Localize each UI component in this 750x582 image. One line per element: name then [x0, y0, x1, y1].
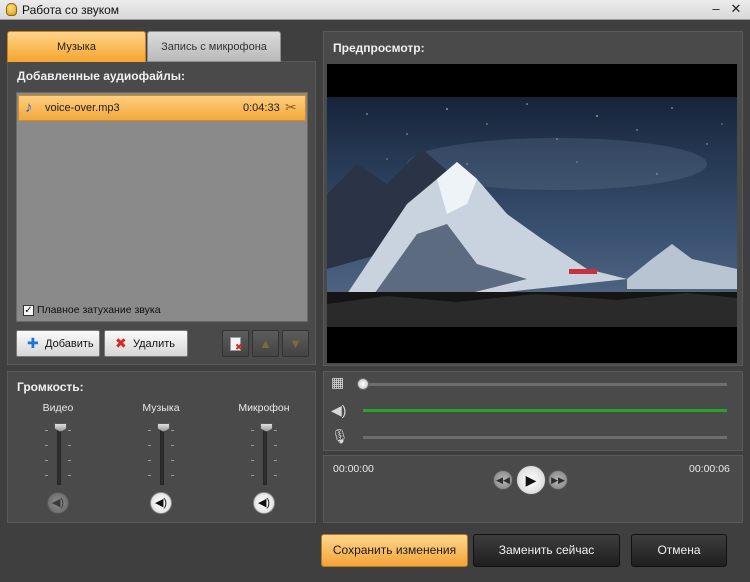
audio-files-heading: Добавленные аудиофайлы: [17, 69, 186, 83]
add-button[interactable]: ✚ Добавить [16, 330, 100, 357]
speaker-track-icon: ◀) [331, 402, 347, 418]
volume-slider-music[interactable] [160, 423, 164, 485]
remove-file-button[interactable]: ✖ [222, 330, 249, 357]
film-strip-icon: ▦ [331, 374, 345, 390]
current-time: 00:00:00 [333, 463, 374, 475]
arrow-up-icon: ▲ [259, 336, 272, 351]
cancel-button[interactable]: Отмена [631, 534, 727, 567]
file-name: voice-over.mp3 [45, 102, 120, 114]
volume-heading: Громкость: [17, 380, 84, 394]
volume-label-microphone: Микрофон [238, 402, 290, 414]
delete-button[interactable]: ✖ Удалить [104, 330, 188, 357]
document-remove-icon: ✖ [230, 337, 243, 352]
mute-microphone-button[interactable]: ◀) [253, 492, 275, 514]
save-changes-button[interactable]: Сохранить изменения [321, 534, 468, 567]
minimize-button[interactable]: – [708, 2, 724, 17]
music-note-icon: ♪ [25, 99, 33, 116]
file-duration: 0:04:33 [243, 102, 280, 114]
plus-icon: ✚ [27, 335, 39, 351]
speaker-icon: ◀) [257, 497, 271, 509]
cross-icon: ✖ [115, 335, 127, 351]
play-icon: ▶ [525, 472, 537, 488]
tab-music[interactable]: Музыка [7, 31, 146, 62]
video-preview[interactable] [327, 64, 737, 363]
microphone-icon: 🎙︎ [331, 428, 349, 444]
seek-thumb[interactable] [357, 378, 369, 390]
speaker-icon: ◀) [51, 497, 65, 509]
total-time: 00:00:06 [689, 463, 730, 475]
volume-slider-video[interactable] [57, 423, 61, 485]
app-icon [6, 3, 17, 16]
list-item[interactable]: ♪ voice-over.mp3 0:04:33 ✂ [18, 95, 306, 121]
window-title: Работа со звуком [22, 3, 119, 17]
rewind-button[interactable]: ◀◀ [493, 470, 513, 490]
music-timeline-track[interactable] [363, 409, 727, 412]
close-button[interactable]: ✕ [728, 2, 744, 17]
speaker-icon: ◀) [154, 497, 168, 509]
fade-checkbox-label: Плавное затухание звука [37, 304, 161, 316]
title-bar: Работа со звуком – ✕ [0, 0, 750, 20]
delete-button-label: Удалить [133, 338, 175, 350]
fast-forward-icon: ▶▶ [551, 475, 565, 485]
scissors-icon[interactable]: ✂ [285, 99, 297, 116]
add-button-label: Добавить [45, 338, 94, 350]
microphone-timeline-track[interactable] [363, 436, 727, 439]
fast-forward-button[interactable]: ▶▶ [548, 470, 568, 490]
fade-checkbox[interactable]: ✓ [23, 305, 34, 316]
replace-now-button[interactable]: Заменить сейчас [473, 534, 620, 567]
volume-slider-microphone[interactable] [263, 423, 267, 485]
rewind-icon: ◀◀ [496, 475, 510, 485]
mute-video-button[interactable]: ◀) [47, 492, 69, 514]
video-timeline-track[interactable] [363, 383, 727, 386]
mountain-night-sky-image [327, 97, 737, 327]
volume-label-video: Видео [42, 402, 74, 414]
mute-music-button[interactable]: ◀) [150, 492, 172, 514]
arrow-down-icon: ▼ [289, 336, 302, 351]
move-down-button[interactable]: ▼ [282, 330, 309, 357]
tab-microphone-record[interactable]: Запись с микрофона [147, 31, 281, 62]
move-up-button[interactable]: ▲ [252, 330, 279, 357]
audio-file-list[interactable]: ♪ voice-over.mp3 0:04:33 ✂ ✓ Плавное зат… [16, 92, 308, 322]
preview-heading: Предпросмотр: [333, 41, 425, 55]
volume-label-music: Музыка [142, 402, 180, 414]
play-button[interactable]: ▶ [516, 465, 546, 495]
